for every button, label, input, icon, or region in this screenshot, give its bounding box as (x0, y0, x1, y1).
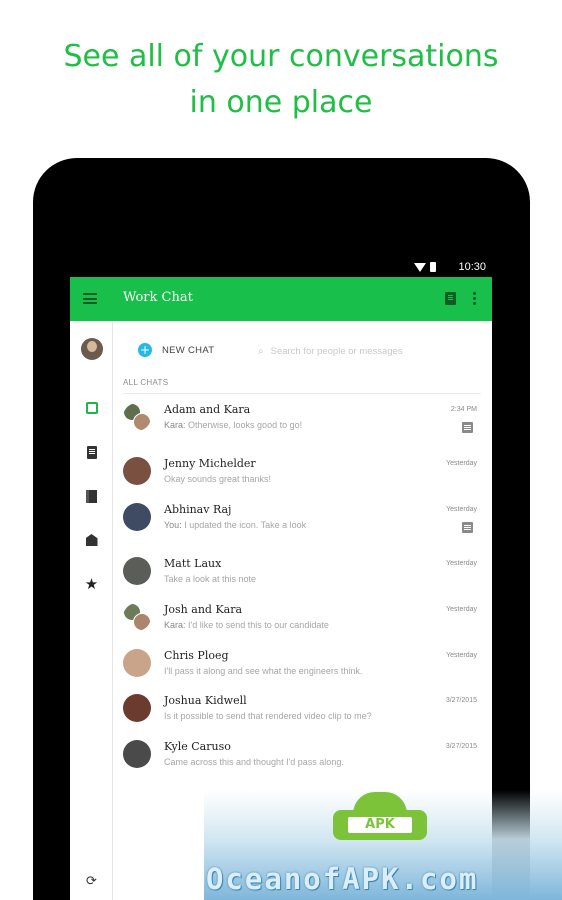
battery-icon (430, 262, 436, 272)
avatar (123, 457, 151, 485)
chat-row-joshua-kidwell[interactable]: Joshua Kidwell Is it possible to send th… (113, 688, 492, 734)
avatar (123, 603, 151, 631)
avatar (123, 694, 151, 722)
avatar (123, 403, 151, 431)
status-bar: 10:30 (70, 258, 492, 277)
chat-preview: I'll pass it along and see what the engi… (164, 666, 362, 676)
chat-preview: Okay sounds great thanks! (164, 474, 271, 484)
promo-headline-line-2: in one place (189, 85, 373, 120)
sidebar-item-sync[interactable]: ⟳ (70, 871, 113, 891)
chat-row-matt-laux[interactable]: Matt Laux Take a look at this note Yeste… (113, 551, 492, 597)
new-chat-button[interactable]: + NEW CHAT (138, 343, 214, 357)
search-icon: ⌕ (258, 345, 264, 357)
sidebar-item-notebooks[interactable] (70, 486, 113, 506)
wifi-icon (414, 262, 426, 272)
more-vert-icon[interactable] (473, 292, 476, 305)
chat-preview: You: I updated the icon. Take a look (164, 520, 306, 530)
chat-message: Otherwise, looks good to go! (188, 420, 303, 430)
new-chat-label: NEW CHAT (162, 344, 215, 356)
watermark-badge: APK (347, 816, 413, 834)
promo-headline-line-1: See all of your conversations (63, 39, 499, 74)
promo-headline: See all of your conversations in one pla… (0, 34, 562, 126)
chat-time: 3/27/2015 (445, 743, 477, 750)
chat-preview: Kara: I'd like to send this to our candi… (164, 620, 329, 630)
menu-icon[interactable] (83, 293, 97, 304)
sidebar-item-profile[interactable] (70, 337, 113, 361)
sidebar-item-notes[interactable] (70, 442, 113, 462)
search-input[interactable] (270, 345, 461, 357)
avatar (123, 503, 151, 531)
chat-message: Is it possible to send that rendered vid… (164, 711, 372, 721)
chat-preview: Came across this and thought I'd pass al… (164, 757, 344, 767)
new-note-icon[interactable] (445, 292, 456, 305)
chat-name: Abhinav Raj (164, 503, 232, 516)
chat-name: Joshua Kidwell (164, 694, 247, 707)
watermark-text: OceanofAPK.com (206, 862, 479, 896)
chat-row-chris-ploeg[interactable]: Chris Ploeg I'll pass it along and see w… (113, 643, 492, 689)
chat-row-kyle-caruso[interactable]: Kyle Caruso Came across this and thought… (113, 734, 492, 780)
chat-preview: Is it possible to send that rendered vid… (164, 711, 372, 721)
chat-time: Yesterday (446, 606, 477, 613)
sidebar-item-shortcuts[interactable]: ★ (70, 574, 113, 594)
chat-time: 3/27/2015 (445, 697, 477, 704)
note-attachment-icon (462, 522, 473, 533)
app-bar: Work Chat (70, 277, 492, 321)
tag-icon (85, 534, 98, 546)
chat-row-abhinav-raj[interactable]: Abhinav Raj You: I updated the icon. Tak… (113, 497, 492, 543)
note-attachment-icon (462, 422, 473, 433)
chat-message: Came across this and thought I'd pass al… (164, 757, 344, 767)
plus-icon: + (138, 343, 152, 357)
chat-sender: You: (164, 520, 182, 530)
chat-icon (85, 402, 98, 414)
chat-name: Matt Laux (164, 557, 222, 570)
chat-name: Josh and Kara (164, 603, 243, 616)
chat-name: Adam and Kara (164, 403, 251, 416)
app-title: Work Chat (123, 290, 193, 305)
chat-row-jenny-michelder[interactable]: Jenny Michelder Okay sounds great thanks… (113, 451, 492, 497)
section-label-all-chats: ALL CHATS (123, 378, 169, 387)
chat-name: Jenny Michelder (164, 457, 256, 470)
chat-sender: Kara: (164, 620, 186, 630)
search-bar[interactable]: ⌕ (258, 343, 478, 359)
sync-icon: ⟳ (86, 873, 97, 889)
chat-time: Yesterday (446, 560, 477, 567)
chat-message: I'll pass it along and see what the engi… (164, 666, 363, 676)
chat-name: Kyle Caruso (164, 740, 231, 753)
chat-row-adam-and-kara[interactable]: Adam and Kara Kara: Otherwise, looks goo… (113, 397, 492, 443)
avatar (123, 557, 151, 585)
chat-sender: Kara: (164, 420, 186, 430)
sidebar-item-chats[interactable] (70, 398, 113, 418)
note-icon (86, 445, 97, 459)
chat-preview: Take a look at this note (164, 574, 256, 584)
user-avatar[interactable] (80, 338, 103, 360)
status-clock: 10:30 (458, 261, 486, 273)
avatar (123, 649, 151, 677)
chat-time: Yesterday (446, 506, 477, 513)
android-robot-icon: APK (333, 792, 427, 840)
notebook-icon (86, 489, 97, 503)
sidebar: ★ ⟳ (70, 321, 113, 900)
chat-time: Yesterday (446, 460, 477, 467)
avatar (123, 740, 151, 768)
chat-time: 2:34 PM (450, 406, 477, 413)
chat-preview: Kara: Otherwise, looks good to go! (164, 420, 302, 430)
chat-name: Chris Ploeg (164, 649, 229, 662)
chat-time: Yesterday (446, 652, 477, 659)
chat-message: I'd like to send this to our candidate (188, 620, 329, 630)
chat-message: I updated the icon. Take a look (184, 520, 307, 530)
divider (123, 393, 481, 394)
star-icon: ★ (84, 575, 99, 593)
chat-message: Take a look at this note (164, 574, 257, 584)
sidebar-item-tags[interactable] (70, 530, 113, 550)
chat-row-josh-and-kara[interactable]: Josh and Kara Kara: I'd like to send thi… (113, 597, 492, 643)
chat-message: Okay sounds great thanks! (164, 474, 272, 484)
